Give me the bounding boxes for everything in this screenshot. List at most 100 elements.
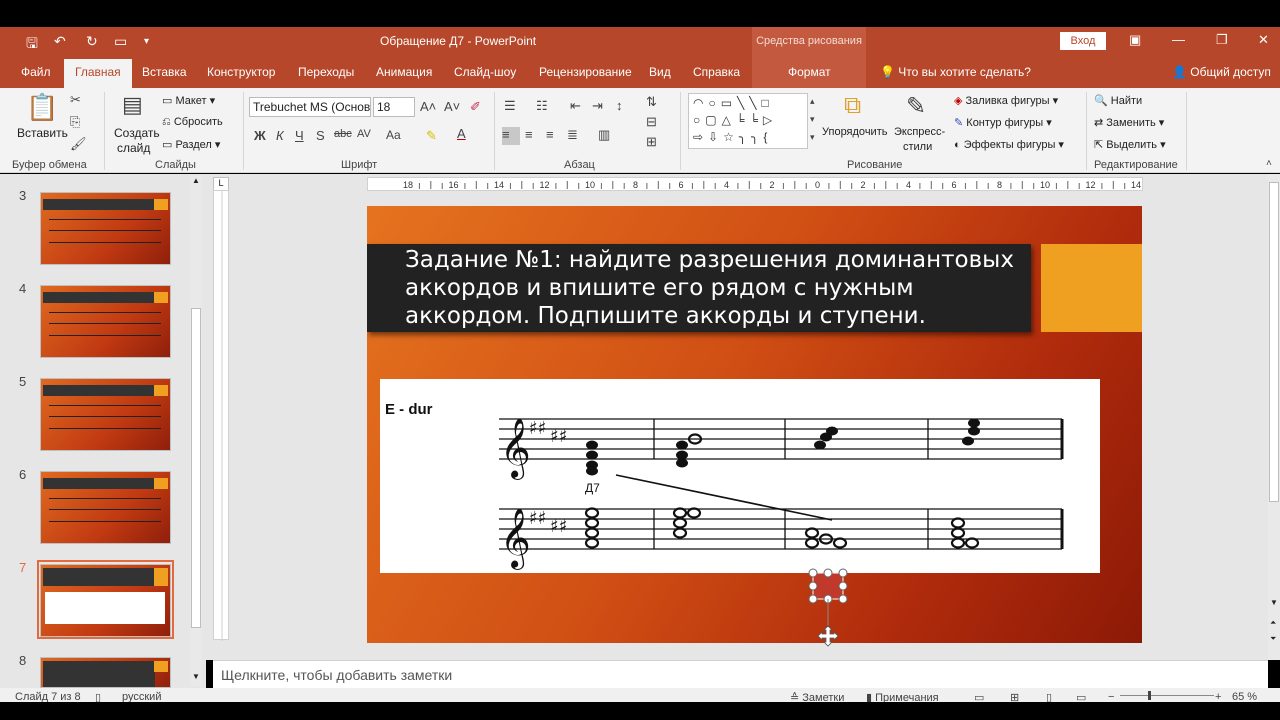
new-slide-icon[interactable]: ▤	[122, 92, 143, 118]
shapes-row-1[interactable]: ◠○▭╲╲□	[693, 96, 774, 110]
highlight-icon[interactable]: ✎	[426, 128, 437, 144]
reading-view-icon[interactable]: ▯	[1046, 691, 1052, 702]
numbering-icon[interactable]: ☷	[536, 98, 548, 114]
music-notation-image[interactable]: E - dur Д7 𝄞 𝄞 ♯♯ ♯♯ ♯♯ ♯♯	[380, 379, 1100, 573]
scroll-up-icon[interactable]: ▲	[192, 176, 200, 185]
save-icon[interactable]: 🖫	[26, 33, 38, 57]
redo-icon[interactable]: ↻	[86, 33, 98, 50]
tab-animations[interactable]: Анимация	[376, 65, 432, 79]
scroll-down-icon[interactable]: ▼	[1270, 598, 1278, 607]
decrease-indent-icon[interactable]: ⇤	[570, 98, 581, 114]
change-case-button[interactable]: Aa	[386, 128, 401, 142]
language-indicator[interactable]: русский	[122, 691, 161, 702]
columns-icon[interactable]: ▥	[598, 127, 610, 143]
tab-review[interactable]: Рецензирование	[539, 65, 632, 79]
minimize-icon[interactable]: —	[1172, 32, 1185, 47]
align-left-icon[interactable]: ≡	[502, 127, 520, 145]
close-icon[interactable]: ✕	[1258, 32, 1269, 48]
font-name-combo[interactable]: Trebuchet MS (Основ	[249, 97, 371, 117]
scroll-down-icon[interactable]: ▼	[192, 672, 200, 681]
share-button[interactable]: 👤 Общий доступ	[1172, 65, 1271, 79]
shape-fill-button[interactable]: ◈ Заливка фигуры ▾	[954, 94, 1058, 107]
thumbnails-scrollbar[interactable]: ▲ ▼	[190, 176, 202, 686]
collapse-ribbon-icon[interactable]: ˄	[1266, 158, 1272, 169]
zoom-in-icon[interactable]: +	[1215, 691, 1221, 702]
shrink-font-icon[interactable]: A˅	[444, 99, 460, 114]
quick-styles-icon[interactable]: ✎	[906, 92, 926, 121]
tab-insert[interactable]: Вставка	[142, 65, 187, 79]
arrange-icon[interactable]: ⧉	[844, 92, 861, 120]
slideshow-view-icon[interactable]: ▭	[1076, 691, 1086, 702]
tab-design[interactable]: Конструктор	[207, 65, 275, 79]
align-center-icon[interactable]: ≡	[525, 127, 533, 142]
undo-icon[interactable]: ↶	[54, 33, 66, 50]
tab-help[interactable]: Справка	[693, 65, 740, 79]
shape-outline-button[interactable]: ✎ Контур фигуры ▾	[954, 116, 1052, 129]
gallery-down-icon[interactable]: ▾	[810, 114, 815, 125]
tab-transitions[interactable]: Переходы	[298, 65, 354, 79]
shape-effects-button[interactable]: ◐ Эффекты фигуры ▾	[954, 138, 1064, 151]
tab-file[interactable]: Файл	[21, 65, 51, 79]
slide[interactable]: Задание №1: найдите разрешения доминанто…	[367, 206, 1142, 643]
justify-icon[interactable]: ≣	[567, 127, 578, 143]
increase-indent-icon[interactable]: ⇥	[592, 98, 603, 114]
maximize-icon[interactable]: ❐	[1216, 32, 1228, 48]
cut-icon[interactable]: ✂	[70, 92, 81, 108]
bullets-icon[interactable]: ☰	[504, 98, 516, 114]
layout-button[interactable]: ▭ Макет ▾	[162, 94, 215, 107]
shapes-row-2[interactable]: ○▢△╘╘▷	[693, 113, 777, 127]
arrange-button[interactable]: Упорядочить	[822, 126, 887, 138]
paste-icon[interactable]: 📋	[26, 92, 58, 123]
tab-view[interactable]: Вид	[649, 65, 671, 79]
reset-button[interactable]: ⎌ Сбросить	[162, 116, 223, 129]
slide-thumbnail-7[interactable]	[40, 564, 171, 637]
zoom-slider[interactable]	[1120, 695, 1214, 696]
bold-button[interactable]: Ж	[254, 128, 266, 143]
clear-formatting-icon[interactable]: ✐	[470, 99, 481, 115]
slide-sorter-icon[interactable]: ⊞	[1010, 691, 1019, 702]
quick-styles-button[interactable]: Экспресс-	[894, 126, 945, 138]
shapes-gallery[interactable]: ◠○▭╲╲□ ○▢△╘╘▷ ⇨⇩☆╮╮{	[688, 93, 808, 149]
line-spacing-icon[interactable]: ↕	[616, 98, 623, 113]
copy-icon[interactable]: ⎘	[70, 114, 80, 130]
new-slide-button[interactable]: Создать	[114, 126, 160, 140]
ribbon-display-icon[interactable]: ▣	[1129, 32, 1141, 48]
previous-slide-icon[interactable]: ⏶	[1270, 618, 1276, 628]
tab-format[interactable]: Формат	[788, 65, 831, 79]
normal-view-icon[interactable]: ▭	[974, 691, 984, 702]
tab-home[interactable]: Главная	[64, 59, 132, 88]
underline-button[interactable]: Ч	[295, 128, 304, 143]
slide-thumbnail-8[interactable]	[40, 657, 171, 688]
gallery-more-icon[interactable]: ▾	[810, 132, 815, 143]
notes-pane[interactable]: Щелкните, чтобы добавить заметки	[213, 660, 1268, 688]
tab-slideshow[interactable]: Слайд-шоу	[454, 65, 516, 79]
thumbnails-scroll-thumb[interactable]	[191, 308, 201, 628]
smartart-icon[interactable]: ⊞	[646, 134, 657, 150]
slide-thumbnail-4[interactable]	[40, 285, 171, 358]
zoom-out-icon[interactable]: −	[1108, 691, 1114, 702]
next-slide-icon[interactable]: ⏷	[1270, 634, 1276, 644]
zoom-level[interactable]: 65 %	[1232, 691, 1257, 702]
format-painter-icon[interactable]: 🖌	[70, 136, 87, 152]
comments-toggle[interactable]: ▮ Примечания	[866, 691, 939, 702]
shapes-row-3[interactable]: ⇨⇩☆╮╮{	[693, 130, 772, 144]
slide-thumbnail-3[interactable]	[40, 192, 171, 265]
italic-button[interactable]: К	[276, 128, 284, 143]
slide-scrollbar[interactable]: ▼ ⏶ ⏷	[1268, 174, 1280, 660]
tab-selector[interactable]: L	[213, 177, 229, 191]
text-direction-icon[interactable]: ⇅	[646, 94, 657, 110]
vertical-ruler[interactable]	[213, 190, 229, 641]
new-slide-button-line2[interactable]: слайд	[117, 141, 150, 155]
find-button[interactable]: 🔍 Найти	[1094, 94, 1142, 107]
quick-styles-button-line2[interactable]: стили	[903, 141, 932, 153]
tell-me-search[interactable]: 💡 Что вы хотите сделать?	[880, 65, 1031, 79]
slide-title[interactable]: Задание №1: найдите разрешения доминанто…	[405, 246, 1025, 330]
gallery-up-icon[interactable]: ▴	[810, 96, 815, 107]
select-button[interactable]: ⇱ Выделить ▾	[1094, 138, 1166, 151]
slide-scroll-thumb[interactable]	[1269, 182, 1279, 502]
start-slideshow-icon[interactable]: ▭	[114, 33, 127, 50]
text-shadow-button[interactable]: S	[316, 128, 325, 143]
replace-button[interactable]: ⇄ Заменить ▾	[1094, 116, 1164, 129]
font-color-icon[interactable]: A	[457, 126, 466, 141]
zoom-slider-thumb[interactable]	[1148, 691, 1151, 700]
